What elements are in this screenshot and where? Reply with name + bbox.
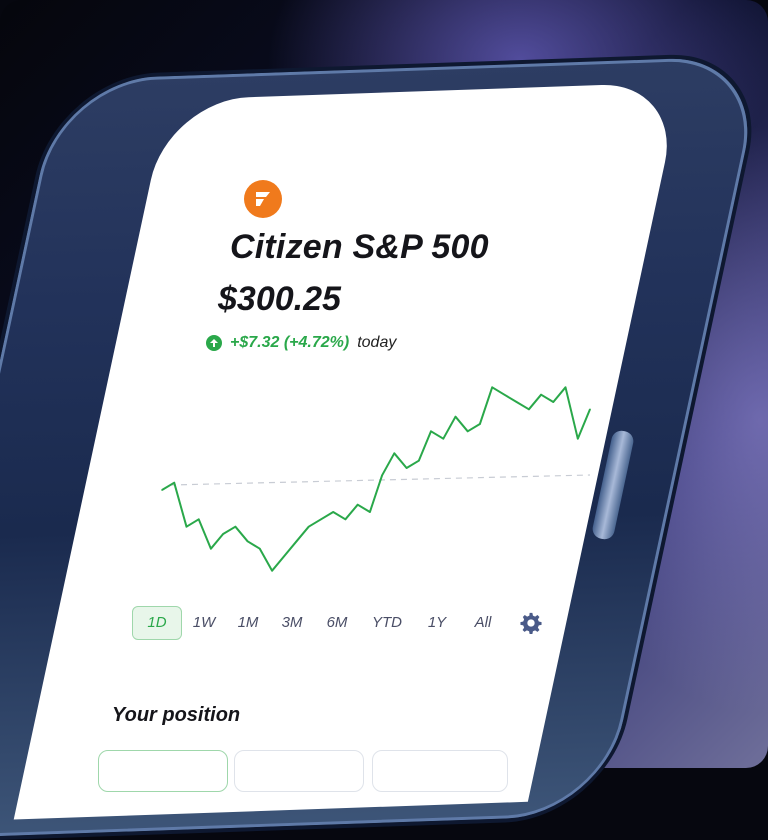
chart-point: [356, 503, 359, 506]
chart-point: [197, 518, 200, 521]
chart-point: [528, 408, 530, 411]
range-all[interactable]: All: [460, 607, 506, 639]
price-chart[interactable]: [0, 0, 768, 768]
chart-point: [246, 540, 249, 543]
chart-point: [454, 415, 457, 418]
gear-icon[interactable]: [520, 612, 542, 634]
chart-point: [564, 386, 567, 389]
chart-point: [576, 437, 579, 440]
chart-point: [259, 547, 261, 550]
range-1w[interactable]: 1W: [182, 607, 226, 639]
chart-point: [466, 430, 469, 433]
chart-point: [405, 467, 408, 469]
chart-point: [479, 423, 481, 425]
chart-point: [161, 489, 163, 491]
range-1d[interactable]: 1D: [132, 606, 182, 640]
chart-point: [234, 525, 237, 528]
app-content: Citizen S&P 500 $300.25 +$7.32 (+4.72%) …: [0, 0, 768, 792]
time-range-selector: 1D 1W 1M 3M 6M YTD 1Y All: [132, 606, 542, 640]
range-ytd[interactable]: YTD: [360, 607, 414, 639]
position-card[interactable]: [372, 750, 508, 792]
chart-point: [552, 401, 555, 403]
chart-point: [185, 525, 188, 528]
chart-point: [381, 474, 383, 477]
chart-point: [344, 518, 347, 521]
section-title-your-position: Your position: [112, 704, 241, 726]
chart-point: [332, 511, 335, 513]
chart-point: [393, 452, 396, 455]
chart-point: [418, 459, 420, 462]
chart-point: [540, 393, 542, 396]
chart-point: [210, 547, 212, 550]
chart-point: [491, 386, 493, 389]
range-1y[interactable]: 1Y: [414, 607, 460, 639]
range-6m[interactable]: 6M: [314, 607, 360, 639]
chart-point: [442, 437, 445, 440]
chart-point: [307, 525, 310, 528]
chart-point: [320, 518, 322, 521]
chart-point: [283, 555, 286, 557]
position-card[interactable]: [234, 750, 364, 792]
range-3m[interactable]: 3M: [270, 607, 314, 639]
chart-point: [222, 533, 224, 535]
chart-point: [515, 401, 518, 403]
range-1m[interactable]: 1M: [226, 607, 270, 639]
chart-point: [271, 569, 273, 572]
position-card[interactable]: [98, 750, 228, 792]
chart-point: [295, 540, 298, 543]
chart-point: [589, 408, 591, 411]
chart-point: [173, 481, 176, 484]
chart-series-line: [161, 386, 591, 572]
chart-point: [369, 511, 371, 513]
chart-point: [503, 393, 506, 396]
chart-point: [430, 430, 432, 433]
